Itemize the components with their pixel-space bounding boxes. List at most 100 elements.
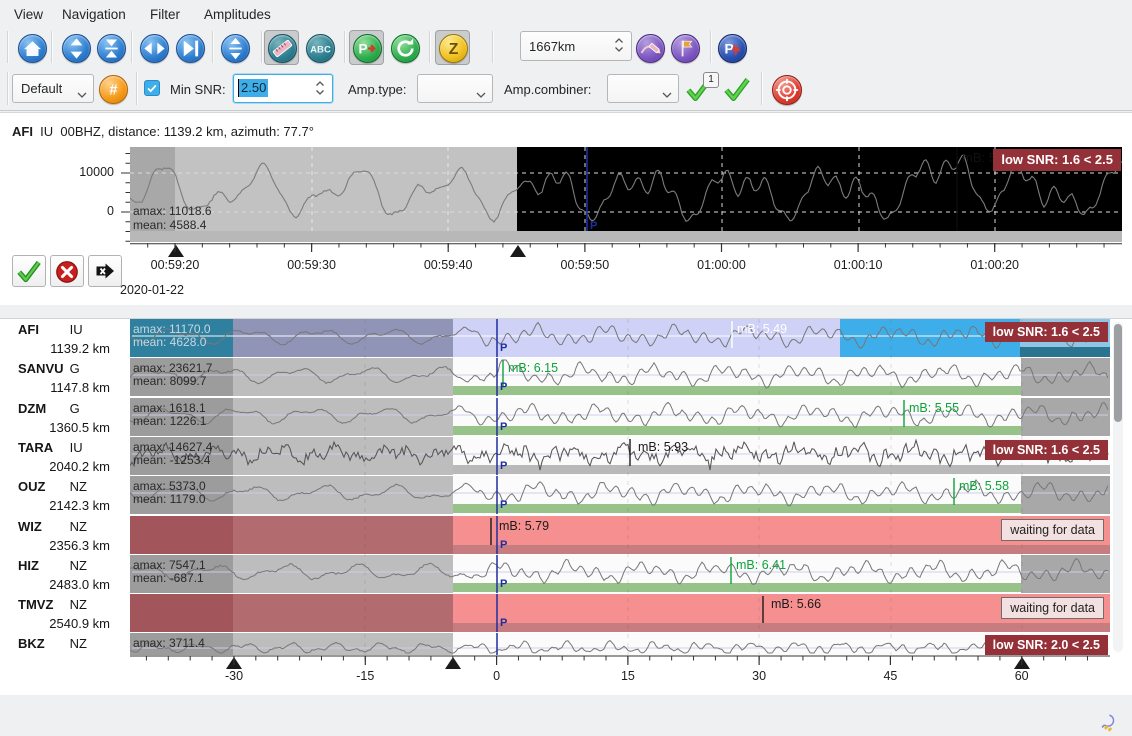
station-name: AFI	[18, 322, 66, 337]
station-item-SANVU[interactable]: SANVU G	[18, 361, 80, 376]
row-region	[233, 437, 453, 475]
apply-count-badge: 1	[703, 72, 719, 88]
component-z-button[interactable]: Z	[435, 30, 470, 65]
overview-icon[interactable]	[18, 34, 47, 63]
trace-row-TMVZ[interactable]	[130, 594, 1110, 632]
status-bar	[0, 695, 1132, 736]
target-icon[interactable]	[772, 75, 802, 105]
row-region	[233, 633, 453, 655]
measure-ruler-button[interactable]	[264, 30, 299, 65]
recompute-icon[interactable]	[391, 34, 420, 63]
p-pick-label: P	[590, 220, 597, 232]
menu-bar: View Navigation Filter Amplitudes	[0, 0, 1132, 29]
station-name: BKZ	[18, 636, 66, 651]
svg-text:Z: Z	[449, 41, 459, 58]
station-name: SANVU	[18, 361, 66, 376]
station-distance: 1139.2 km	[18, 341, 110, 356]
trace-row-OUZ[interactable]	[130, 476, 1110, 514]
station-labels-icon[interactable]: ABC	[306, 34, 335, 63]
reject-button[interactable]	[50, 255, 84, 287]
pick-p-button[interactable]: P	[349, 30, 384, 65]
spinner-arrows-icon[interactable]	[315, 79, 325, 100]
row-region	[453, 386, 1021, 395]
station-item-OUZ[interactable]: OUZ NZ	[18, 479, 87, 494]
svg-text:ABC: ABC	[310, 44, 331, 55]
station-item-WIZ[interactable]: WIZ NZ	[18, 519, 87, 534]
trace-row-HIZ[interactable]	[130, 555, 1110, 593]
menu-navigation[interactable]: Navigation	[56, 4, 132, 25]
zoom-horizontal-icon[interactable]	[140, 34, 169, 63]
network-code: IU	[70, 322, 83, 337]
go-to-end-icon[interactable]	[176, 34, 205, 63]
station-item-TMVZ[interactable]: TMVZ NZ	[18, 597, 87, 612]
skip-trace-button[interactable]	[88, 255, 122, 287]
chevron-down-icon	[77, 86, 87, 101]
trace-row-TARA[interactable]	[130, 437, 1110, 475]
row-region	[1021, 476, 1110, 514]
network-code: G	[70, 361, 80, 376]
station-distance: 2356.3 km	[18, 538, 110, 553]
network-code: NZ	[70, 479, 87, 494]
amp-combiner-combo[interactable]	[607, 74, 679, 103]
apply-all-button[interactable]	[722, 76, 754, 104]
row-region	[1021, 358, 1110, 396]
row-region	[453, 623, 1110, 632]
trace-row-SANVU[interactable]	[130, 358, 1110, 396]
min-snr-checkbox[interactable]	[144, 80, 160, 96]
y-axis-tick-0: 0	[60, 204, 114, 218]
menu-filter[interactable]: Filter	[144, 4, 186, 25]
row-region	[453, 545, 1110, 554]
row-region	[453, 633, 1110, 655]
station-distance: 2483.0 km	[18, 577, 110, 592]
amp-type-label: Amp.type:	[348, 82, 407, 97]
network-code: NZ	[70, 519, 87, 534]
trace-row-WIZ[interactable]	[130, 516, 1110, 554]
svg-text:#: #	[109, 83, 117, 99]
min-snr-spinbox[interactable]: 2.50	[233, 74, 333, 103]
time-tick-label: 00:59:30	[272, 258, 352, 272]
amp-type-combo[interactable]	[417, 74, 493, 103]
zoom-snr-badge: low SNR: 1.6 < 2.5	[993, 149, 1121, 171]
row-region	[453, 504, 1021, 513]
reset-amplitude-zoom-icon[interactable]	[221, 34, 250, 63]
zoom-vertical-icon[interactable]	[62, 34, 91, 63]
spinner-arrows-icon[interactable]	[614, 36, 624, 57]
trace-row-BKZ[interactable]	[130, 633, 1110, 655]
row-region	[453, 426, 1021, 435]
relative-time-tick-label: 30	[729, 669, 789, 683]
station-item-HIZ[interactable]: HIZ NZ	[18, 558, 87, 573]
amplitude-toolbar: Default # Min SNR: 2.50 Amp.type: Amp.co…	[0, 68, 1132, 111]
draw-pick-icon[interactable]	[636, 34, 665, 63]
date-label: 2020-01-22	[120, 283, 240, 297]
component-z-icon: Z	[439, 34, 468, 63]
trace-row-AFI[interactable]	[130, 319, 1110, 357]
relative-time-tick-label: -15	[335, 669, 395, 683]
time-tick-label: 00:59:40	[408, 258, 488, 272]
trace-row-DZM[interactable]	[130, 398, 1110, 436]
apply-one-button[interactable]: 1	[684, 76, 716, 104]
distance-spinbox[interactable]: 1667km	[520, 31, 632, 61]
network-code: NZ	[70, 636, 87, 651]
row-region	[233, 398, 453, 436]
scrollbar-thumb[interactable]	[1114, 324, 1122, 422]
fit-vertical-icon[interactable]	[97, 34, 126, 63]
menu-amplitudes[interactable]: Amplitudes	[198, 4, 277, 25]
station-item-AFI[interactable]: AFI IU	[18, 322, 83, 337]
row-region	[453, 319, 840, 357]
min-snr-value: 2.50	[238, 79, 268, 97]
station-item-TARA[interactable]: TARA IU	[18, 440, 83, 455]
menu-view[interactable]: View	[8, 4, 49, 25]
flag-pick-icon[interactable]	[671, 34, 700, 63]
row-region	[233, 476, 453, 514]
station-item-DZM[interactable]: DZM G	[18, 401, 80, 416]
row-region	[233, 555, 453, 593]
p-waveform-icon[interactable]: P	[718, 34, 747, 63]
row-region	[233, 594, 453, 632]
confirm-button[interactable]	[12, 255, 46, 287]
filter-number-icon[interactable]: #	[99, 75, 128, 104]
profile-combo[interactable]: Default	[12, 74, 94, 103]
station-item-BKZ[interactable]: BKZ NZ	[18, 636, 87, 651]
profile-value: Default	[21, 81, 62, 96]
svg-text:P: P	[358, 42, 367, 57]
relative-time-tick-label: 45	[860, 669, 920, 683]
